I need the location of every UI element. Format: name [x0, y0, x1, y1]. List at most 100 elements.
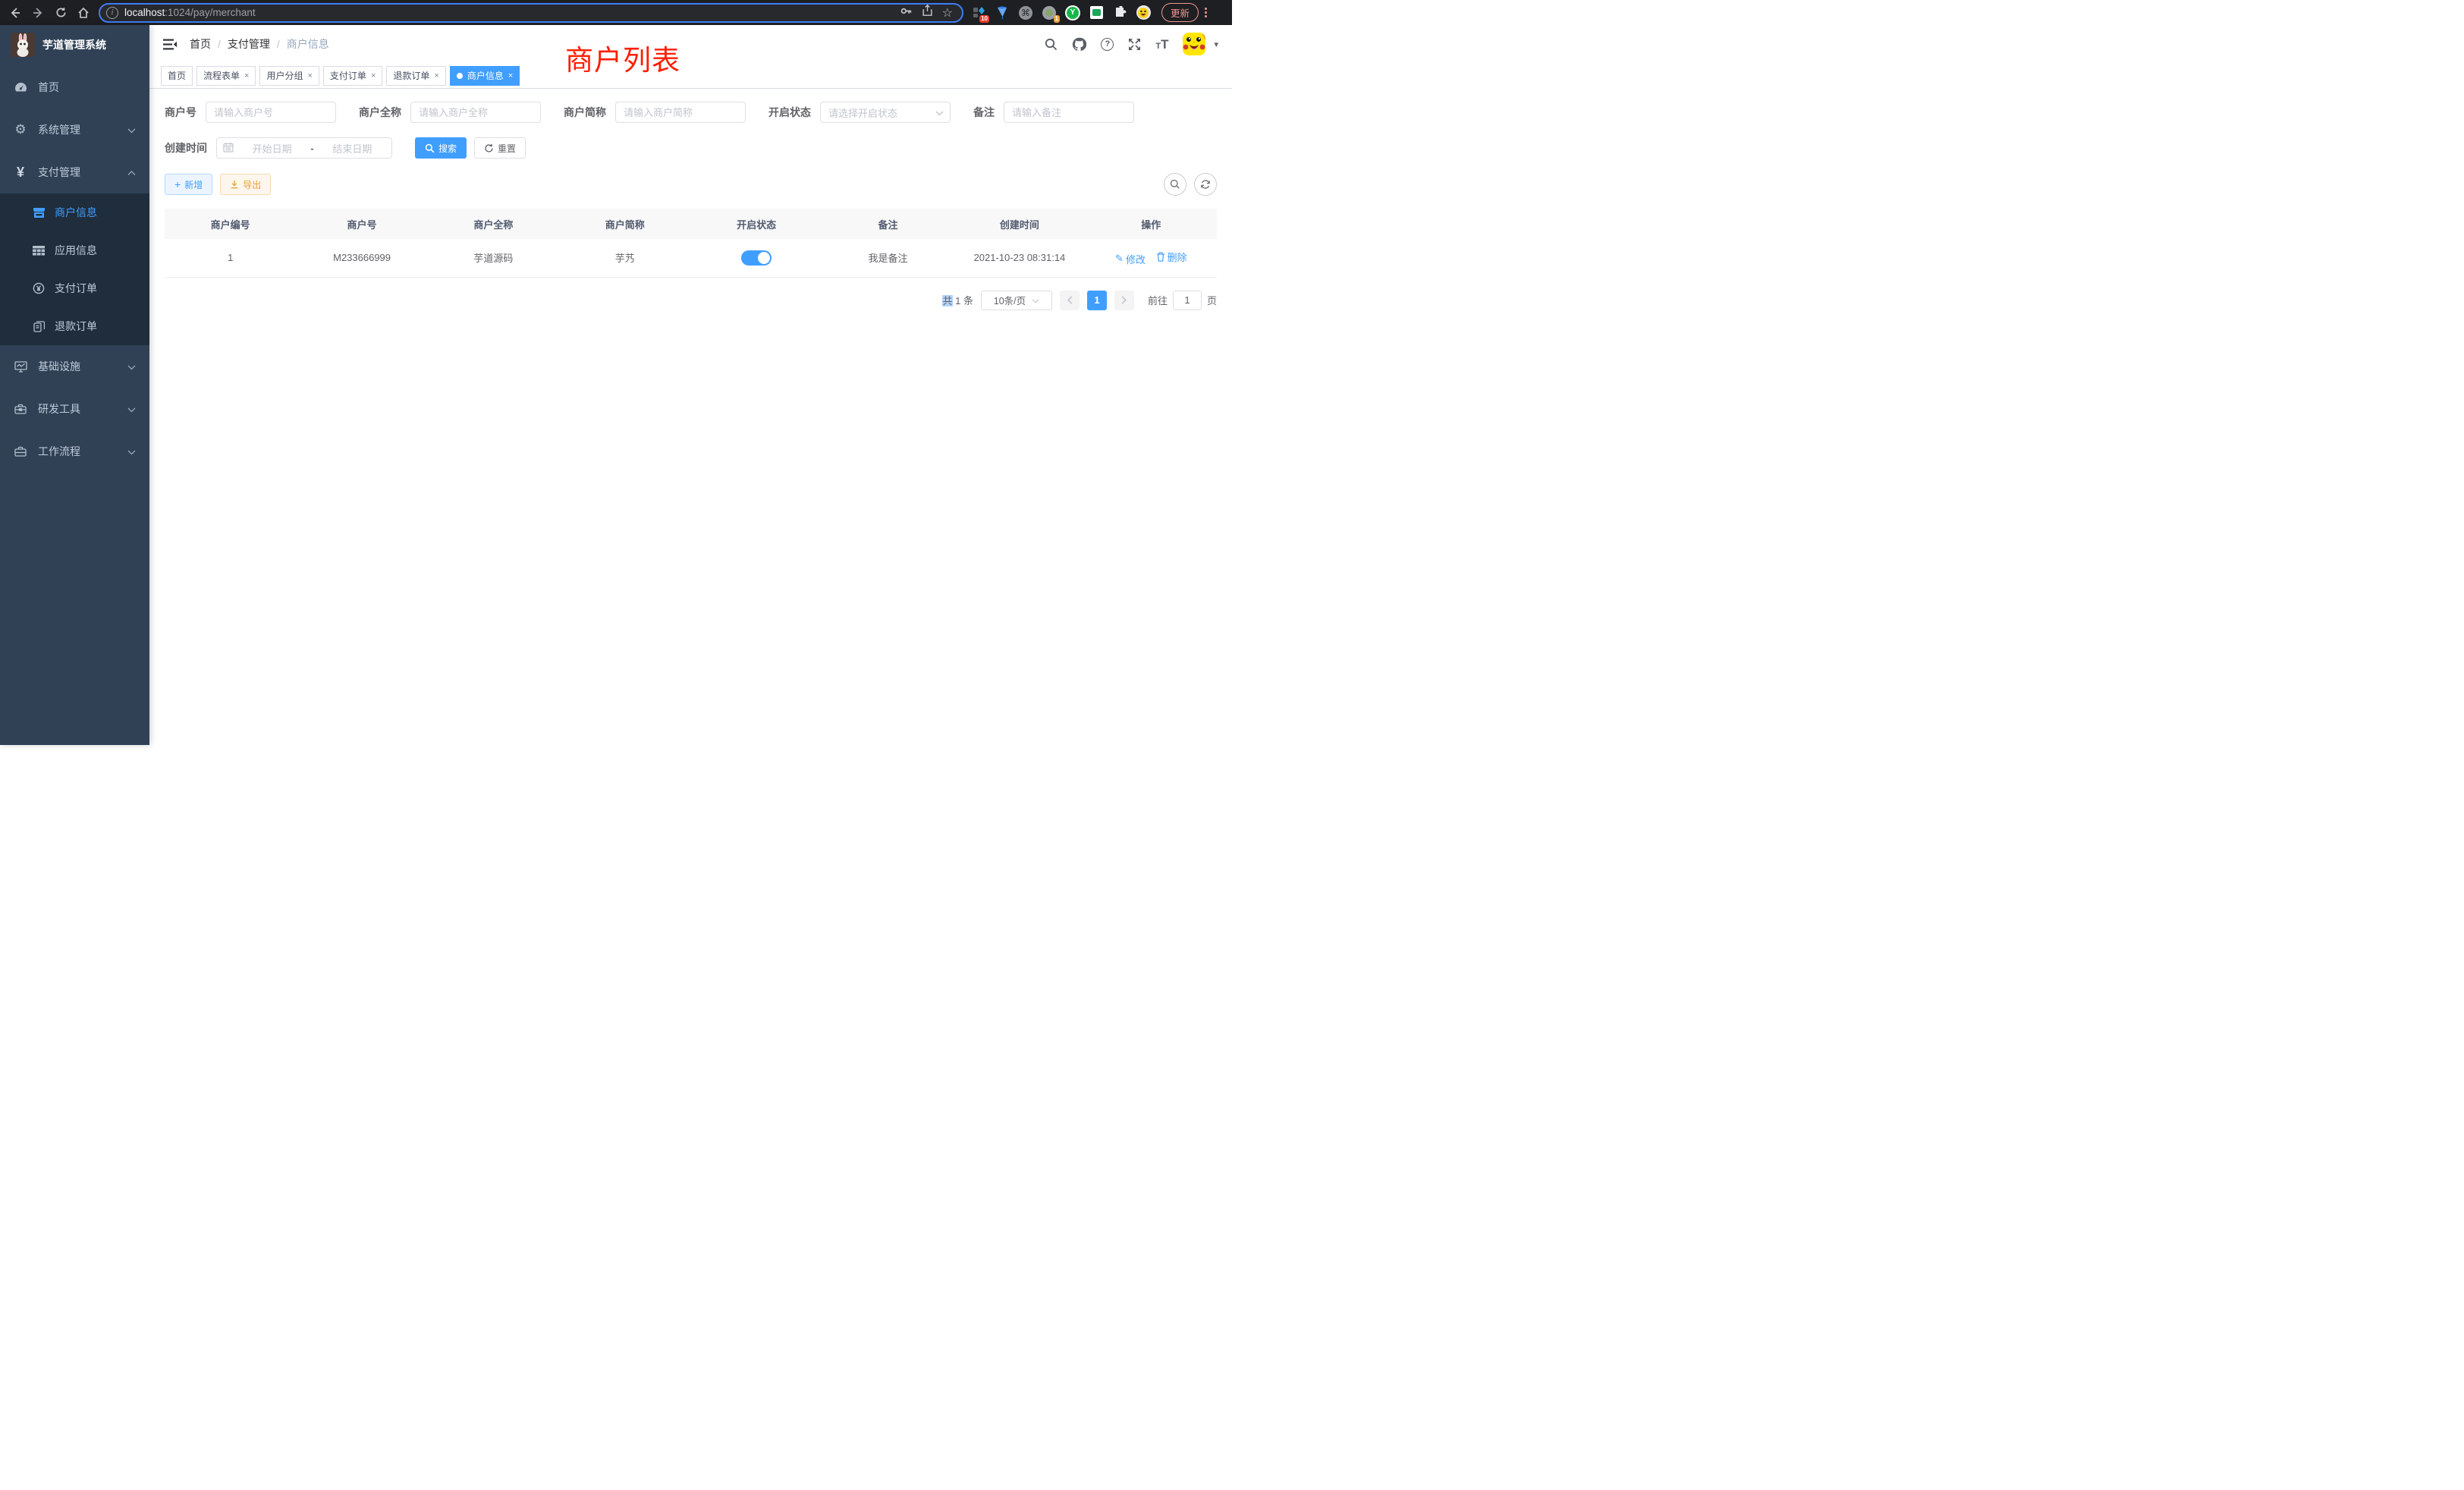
close-icon[interactable]: ×	[371, 71, 376, 80]
close-icon[interactable]: ×	[434, 71, 438, 80]
avatar-caret-icon[interactable]: ▾	[1214, 39, 1218, 49]
merchant-no-input[interactable]	[206, 102, 336, 123]
add-button[interactable]: + 新增	[165, 174, 212, 195]
sidebar-menu: 首页 ⚙ 系统管理 ¥ 支付管理	[0, 66, 149, 473]
sidebar-item-home[interactable]: 首页	[0, 66, 149, 108]
gray-extension-icon[interactable]: 1	[1042, 5, 1057, 20]
sidebar-item-label: 基础设施	[38, 359, 80, 374]
github-icon[interactable]	[1072, 37, 1086, 52]
kite-extension-icon[interactable]	[995, 5, 1010, 20]
next-page-button[interactable]	[1114, 291, 1134, 310]
header-search-icon[interactable]	[1045, 38, 1058, 51]
close-icon[interactable]: ×	[307, 71, 312, 80]
sidebar-collapse-icon[interactable]	[163, 39, 178, 50]
home-icon[interactable]	[76, 5, 91, 20]
app-logo-row[interactable]: 芋道管理系统	[0, 25, 149, 64]
sidebar-item-workflow[interactable]: 工作流程	[0, 430, 149, 473]
profile-avatar-emoji[interactable]	[1136, 5, 1151, 20]
filter-label-short-name: 商户简称	[564, 105, 606, 120]
browser-update-control: 更新	[1161, 3, 1207, 22]
sidebar: 芋道管理系统 首页 ⚙ 系统管理 ¥ 支付管理	[0, 25, 149, 745]
prev-page-button[interactable]	[1060, 291, 1080, 310]
goto-label: 前往	[1148, 293, 1168, 307]
address-bar[interactable]: i localhost:1024/pay/merchant ☆	[99, 3, 963, 23]
sidebar-item-app-info[interactable]: 应用信息	[0, 231, 149, 269]
sidebar-item-refund-order[interactable]: 退款订单	[0, 307, 149, 345]
show-search-toggle-icon[interactable]	[1164, 173, 1186, 196]
remark-input[interactable]	[1004, 102, 1134, 123]
yen-icon: ¥	[14, 165, 27, 181]
fullscreen-icon[interactable]	[1128, 38, 1141, 51]
end-date-placeholder[interactable]: 结束日期	[319, 141, 385, 156]
gear-icon: ⚙	[14, 122, 27, 137]
url-text[interactable]: localhost:1024/pay/merchant	[124, 7, 894, 18]
merchant-full-name-input[interactable]	[410, 102, 541, 123]
col-merchant-id: 商户编号	[165, 209, 296, 239]
sidebar-item-label: 商户信息	[55, 205, 97, 220]
y-extension-icon[interactable]: Y	[1065, 5, 1080, 20]
page-size-select[interactable]: 10条/页	[981, 291, 1052, 310]
tab-user-group[interactable]: 用户分组×	[259, 66, 319, 86]
forward-icon[interactable]	[30, 5, 46, 20]
pay-submenu: 商户信息 应用信息 支付订单	[0, 193, 149, 345]
browser-menu-icon[interactable]	[1205, 8, 1207, 17]
status-toggle[interactable]	[741, 250, 772, 266]
tab-merchant-info[interactable]: 商户信息×	[450, 66, 520, 86]
start-date-placeholder[interactable]: 开始日期	[239, 141, 305, 156]
tab-pay-order[interactable]: 支付订单×	[323, 66, 382, 86]
page-1-button[interactable]: 1	[1087, 291, 1107, 310]
tab-process-form[interactable]: 流程表单×	[196, 66, 256, 86]
site-info-icon[interactable]: i	[106, 7, 118, 19]
yen-circle-icon	[32, 282, 46, 294]
sidebar-item-label: 支付管理	[38, 165, 80, 180]
col-actions: 操作	[1086, 209, 1217, 239]
chat-extension-icon[interactable]	[1089, 5, 1104, 20]
export-button[interactable]: 导出	[220, 174, 271, 195]
close-icon[interactable]: ×	[508, 71, 513, 80]
goto-page-input[interactable]	[1173, 291, 1202, 310]
breadcrumb-home[interactable]: 首页	[190, 36, 211, 52]
extension-badge: 10	[979, 15, 989, 23]
page-content: 商户号 商户全称 商户简称 开启状态 请选择开启状态	[149, 89, 1232, 745]
sidebar-item-system[interactable]: ⚙ 系统管理	[0, 108, 149, 151]
search-button[interactable]: 搜索	[415, 137, 467, 159]
command-extension-icon[interactable]: ⌘	[1018, 5, 1033, 20]
back-icon[interactable]	[8, 5, 23, 20]
workspace-extension-icon[interactable]: 10	[971, 5, 986, 20]
pencil-icon: ✎	[1115, 253, 1124, 265]
sidebar-item-dev-tools[interactable]: 研发工具	[0, 388, 149, 430]
font-size-icon[interactable]: TT	[1155, 38, 1168, 51]
refresh-table-icon[interactable]	[1194, 173, 1217, 196]
pagination: 共 1 条 10条/页 1 前往 页	[165, 291, 1217, 310]
bookmark-star-icon[interactable]: ☆	[942, 5, 953, 20]
delete-link[interactable]: 删除	[1156, 250, 1187, 264]
merchant-short-name-input[interactable]	[615, 102, 746, 123]
edit-link[interactable]: ✎修改	[1115, 252, 1146, 266]
sidebar-item-merchant-info[interactable]: 商户信息	[0, 193, 149, 231]
tab-home[interactable]: 首页	[161, 66, 193, 86]
browser-toolbar: i localhost:1024/pay/merchant ☆ 10 ⌘ 1 Y	[0, 0, 1232, 25]
status-select[interactable]: 请选择开启状态	[820, 102, 951, 123]
sidebar-item-pay-order[interactable]: 支付订单	[0, 269, 149, 307]
password-key-icon[interactable]	[900, 5, 913, 21]
reset-button[interactable]: 重置	[474, 137, 526, 159]
monitor-chart-icon	[14, 361, 27, 372]
col-status: 开启状态	[691, 209, 822, 239]
sidebar-item-infrastructure[interactable]: 基础设施	[0, 345, 149, 388]
share-icon[interactable]	[922, 5, 933, 20]
help-icon[interactable]: ?	[1101, 38, 1114, 51]
sidebar-item-label: 研发工具	[38, 401, 80, 417]
user-avatar[interactable]	[1183, 33, 1205, 55]
breadcrumb-current: 商户信息	[287, 36, 329, 52]
cell-merchant-id: 1	[165, 239, 296, 277]
close-icon[interactable]: ×	[244, 71, 249, 80]
sidebar-item-pay[interactable]: ¥ 支付管理	[0, 151, 149, 193]
reload-icon[interactable]	[53, 5, 68, 20]
briefcase-icon	[14, 446, 27, 457]
update-button[interactable]: 更新	[1161, 3, 1199, 22]
cell-short-name: 芋艿	[559, 239, 690, 277]
storefront-icon	[32, 207, 46, 218]
create-time-range-picker[interactable]: 开始日期 - 结束日期	[216, 137, 392, 159]
puzzle-extensions-icon[interactable]	[1112, 5, 1127, 20]
tab-refund-order[interactable]: 退款订单×	[386, 66, 445, 86]
